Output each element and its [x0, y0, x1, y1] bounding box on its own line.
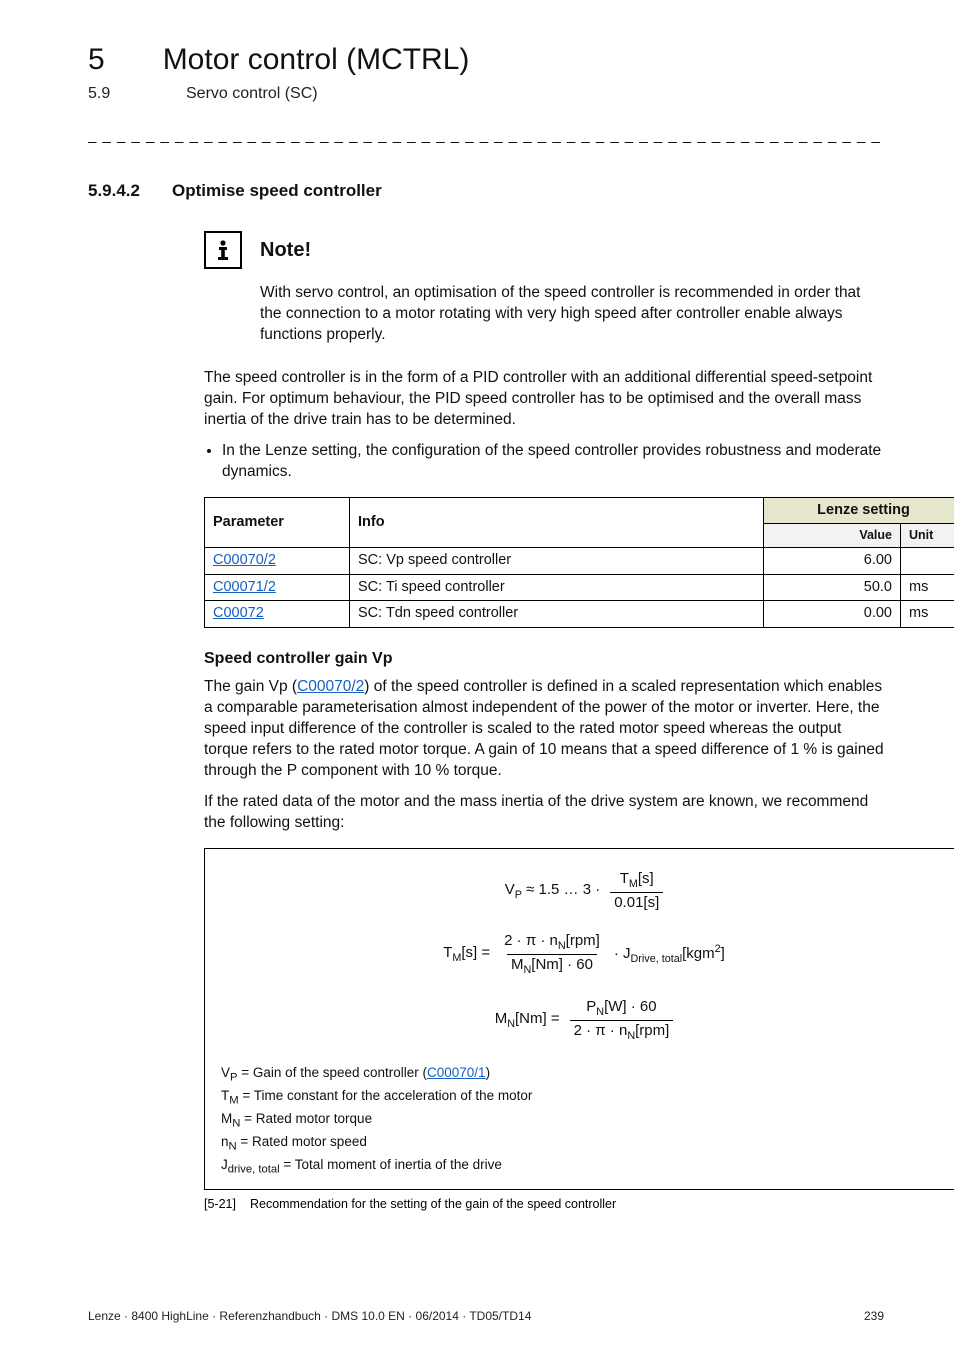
subsection-title: Optimise speed controller	[172, 180, 382, 203]
table-row: C00070/2 SC: Vp speed controller 6.00	[205, 548, 954, 575]
param-link-inline[interactable]: C00070/2	[297, 678, 364, 695]
subsection-number: 5.9.4.2	[88, 180, 140, 203]
table-cell-unit: ms	[901, 601, 954, 628]
note-label: Note!	[260, 237, 311, 264]
table-cell-unit: ms	[901, 574, 954, 601]
table-header-parameter: Parameter	[205, 497, 350, 547]
note-body: With servo control, an optimisation of t…	[260, 283, 884, 346]
bullet-list: In the Lenze setting, the configuration …	[204, 441, 884, 483]
equation-vp: VP ≈ 1.5 … 3 · TM[s] 0.01[s]	[221, 871, 947, 911]
info-icon	[204, 231, 242, 269]
table-cell-info: SC: Vp speed controller	[350, 548, 764, 575]
table-header-unit: Unit	[901, 524, 954, 548]
param-link[interactable]: C00070/2	[213, 552, 276, 568]
table-header-info: Info	[350, 497, 764, 547]
figure-caption: [5-21]Recommendation for the setting of …	[204, 1196, 884, 1213]
equation-mn: MN[Nm] = PN[W] · 60 2 · π · nN[rpm]	[221, 999, 947, 1043]
table-row: C00072 SC: Tdn speed controller 0.00 ms	[205, 601, 954, 628]
table-cell-info: SC: Tdn speed controller	[350, 601, 764, 628]
chapter-number: 5	[88, 40, 105, 81]
intro-paragraph: The speed controller is in the form of a…	[204, 368, 884, 431]
section-title: Servo control (SC)	[186, 83, 318, 105]
table-cell-value: 0.00	[764, 601, 901, 628]
table-cell-value: 6.00	[764, 548, 901, 575]
chapter-title: Motor control (MCTRL)	[163, 40, 470, 81]
page-number: 239	[864, 1308, 884, 1324]
footer-left: Lenze · 8400 HighLine · Referenzhandbuch…	[88, 1308, 531, 1324]
table-row: C00071/2 SC: Ti speed controller 50.0 ms	[205, 574, 954, 601]
table-header-value: Value	[764, 524, 901, 548]
table-cell-value: 50.0	[764, 574, 901, 601]
param-link-inline[interactable]: C00070/1	[427, 1065, 486, 1080]
table-cell-unit	[901, 548, 954, 575]
section-number: 5.9	[88, 83, 128, 105]
divider: _ _ _ _ _ _ _ _ _ _ _ _ _ _ _ _ _ _ _ _ …	[88, 126, 884, 146]
speed-gain-para2: If the rated data of the motor and the m…	[204, 792, 884, 834]
parameter-table: Parameter Info Lenze setting Value Unit …	[204, 497, 954, 628]
formula-box: VP ≈ 1.5 … 3 · TM[s] 0.01[s] TM[s] = 2 ·…	[204, 848, 954, 1190]
table-header-lenze: Lenze setting	[764, 497, 954, 524]
param-link[interactable]: C00071/2	[213, 579, 276, 595]
subheading-speed-gain: Speed controller gain Vp	[204, 648, 884, 670]
note-block: Note! With servo control, an optimisatio…	[204, 231, 884, 346]
list-item: In the Lenze setting, the configuration …	[222, 441, 884, 483]
speed-gain-para1: The gain Vp (C00070/2) of the speed cont…	[204, 677, 884, 782]
param-link[interactable]: C00072	[213, 605, 264, 621]
definitions: VP = Gain of the speed controller (C0007…	[221, 1064, 947, 1177]
equation-tm: TM[s] = 2 · π · nN[rpm] MN[Nm] · 60 · JD…	[221, 933, 947, 977]
table-cell-info: SC: Ti speed controller	[350, 574, 764, 601]
